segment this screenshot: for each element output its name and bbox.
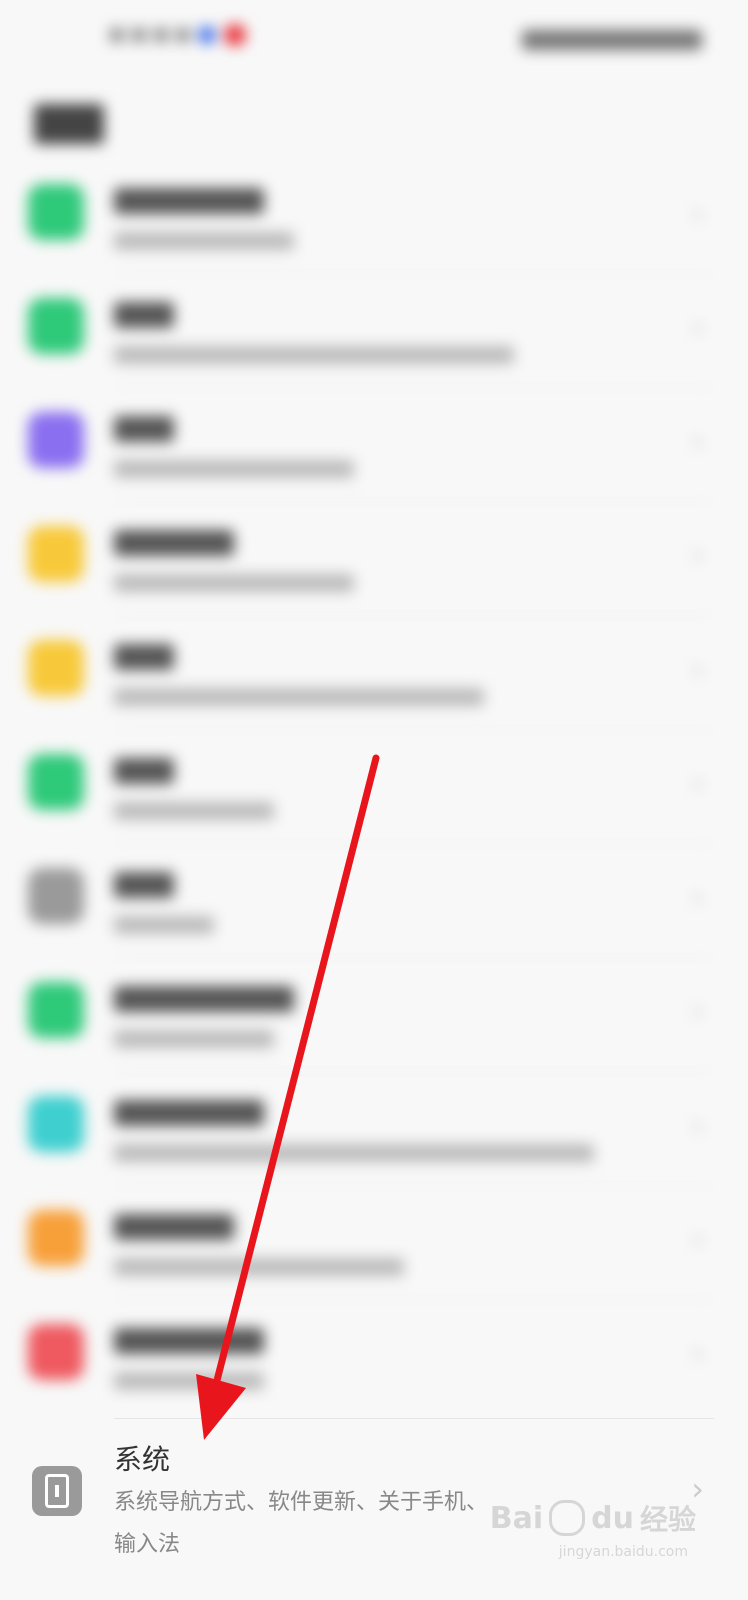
status-icons-right <box>522 30 702 50</box>
settings-item-subtitle <box>114 1372 264 1390</box>
settings-item-label <box>114 1328 264 1354</box>
settings-item-subtitle <box>114 460 354 478</box>
watermark-brand2: du <box>591 1500 634 1536</box>
chevron-right-icon: › <box>691 194 704 232</box>
settings-item-icon <box>28 1096 84 1152</box>
settings-item-subtitle <box>114 232 294 250</box>
settings-item-label <box>114 302 174 328</box>
settings-item-icon <box>28 1210 84 1266</box>
settings-item-subtitle <box>114 1144 594 1162</box>
settings-item[interactable]: › <box>0 274 748 388</box>
chevron-right-icon: › <box>691 764 704 802</box>
signal-icon <box>176 28 190 42</box>
chevron-right-icon: › <box>691 878 704 916</box>
settings-item[interactable]: › <box>0 616 748 730</box>
settings-item-icon <box>28 754 84 810</box>
subtitle-line: 系统导航方式、软件更新、关于手机、 <box>114 1490 489 1515</box>
settings-item-subtitle <box>114 916 214 934</box>
status-bar <box>0 0 748 80</box>
settings-item-icon <box>28 298 84 354</box>
divider <box>114 1418 714 1419</box>
signal-icon <box>132 28 146 42</box>
settings-item-icon <box>28 1324 84 1380</box>
settings-item[interactable]: › <box>0 502 748 616</box>
chevron-right-icon: › <box>691 1220 704 1258</box>
subtitle-line: 输入法 <box>114 1532 181 1557</box>
settings-item-label <box>114 188 264 214</box>
settings-item-subtitle <box>114 1258 404 1276</box>
settings-item-label <box>114 530 234 556</box>
settings-item[interactable]: › <box>0 844 748 958</box>
settings-item[interactable]: › <box>0 160 748 274</box>
settings-item-subtitle <box>114 574 354 592</box>
chevron-right-icon: › <box>691 422 704 460</box>
settings-item[interactable]: › <box>0 1072 748 1186</box>
signal-icon <box>110 28 124 42</box>
settings-item-icon <box>28 412 84 468</box>
settings-item[interactable]: › <box>0 1186 748 1300</box>
notification-icon <box>198 26 216 44</box>
notification-icon <box>224 24 246 46</box>
chevron-right-icon: › <box>691 992 704 1030</box>
settings-item[interactable]: › <box>0 958 748 1072</box>
chevron-right-icon: › <box>691 1106 704 1144</box>
wifi-icon <box>154 28 168 42</box>
settings-item-subtitle <box>114 1030 274 1048</box>
settings-item-label <box>114 758 174 784</box>
settings-item-icon <box>28 184 84 240</box>
phone-icon-glyph <box>45 1474 69 1508</box>
settings-item[interactable]: › <box>0 1300 748 1414</box>
settings-item-subtitle <box>114 688 484 706</box>
settings-item-icon <box>28 982 84 1038</box>
paw-icon <box>549 1500 586 1536</box>
watermark-suffix: 经验 <box>639 1503 696 1536</box>
baidu-watermark: Bai du 经验 <box>490 1498 696 1538</box>
chevron-right-icon: › <box>691 650 704 688</box>
blurred-region: › › › › › › › › › › › <box>0 0 748 1418</box>
settings-item-label <box>114 644 174 670</box>
settings-item[interactable]: › <box>0 388 748 502</box>
settings-page: › › › › › › › › › › › 系统 系统导航方式、软件更新、关于手… <box>0 0 748 1600</box>
settings-item-subtitle <box>114 346 514 364</box>
settings-item[interactable]: › <box>0 730 748 844</box>
settings-item-icon <box>28 868 84 924</box>
settings-item-label <box>114 872 174 898</box>
settings-item-subtitle <box>114 802 274 820</box>
settings-item-label <box>114 1100 264 1126</box>
watermark-brand: Bai <box>489 1500 544 1536</box>
chevron-right-icon: › <box>691 1334 704 1372</box>
chevron-right-icon: › <box>691 308 704 346</box>
status-icons-left <box>110 24 246 46</box>
settings-item-label <box>114 1214 234 1240</box>
settings-item-label <box>114 986 294 1012</box>
settings-item-label <box>114 416 174 442</box>
settings-item-icon <box>28 526 84 582</box>
page-title <box>34 104 104 144</box>
watermark-url: jingyan.baidu.com <box>558 1544 688 1560</box>
chevron-right-icon: › <box>691 536 704 574</box>
settings-item-label: 系统 <box>114 1443 171 1476</box>
settings-item-icon <box>28 640 84 696</box>
phone-icon <box>32 1466 82 1516</box>
